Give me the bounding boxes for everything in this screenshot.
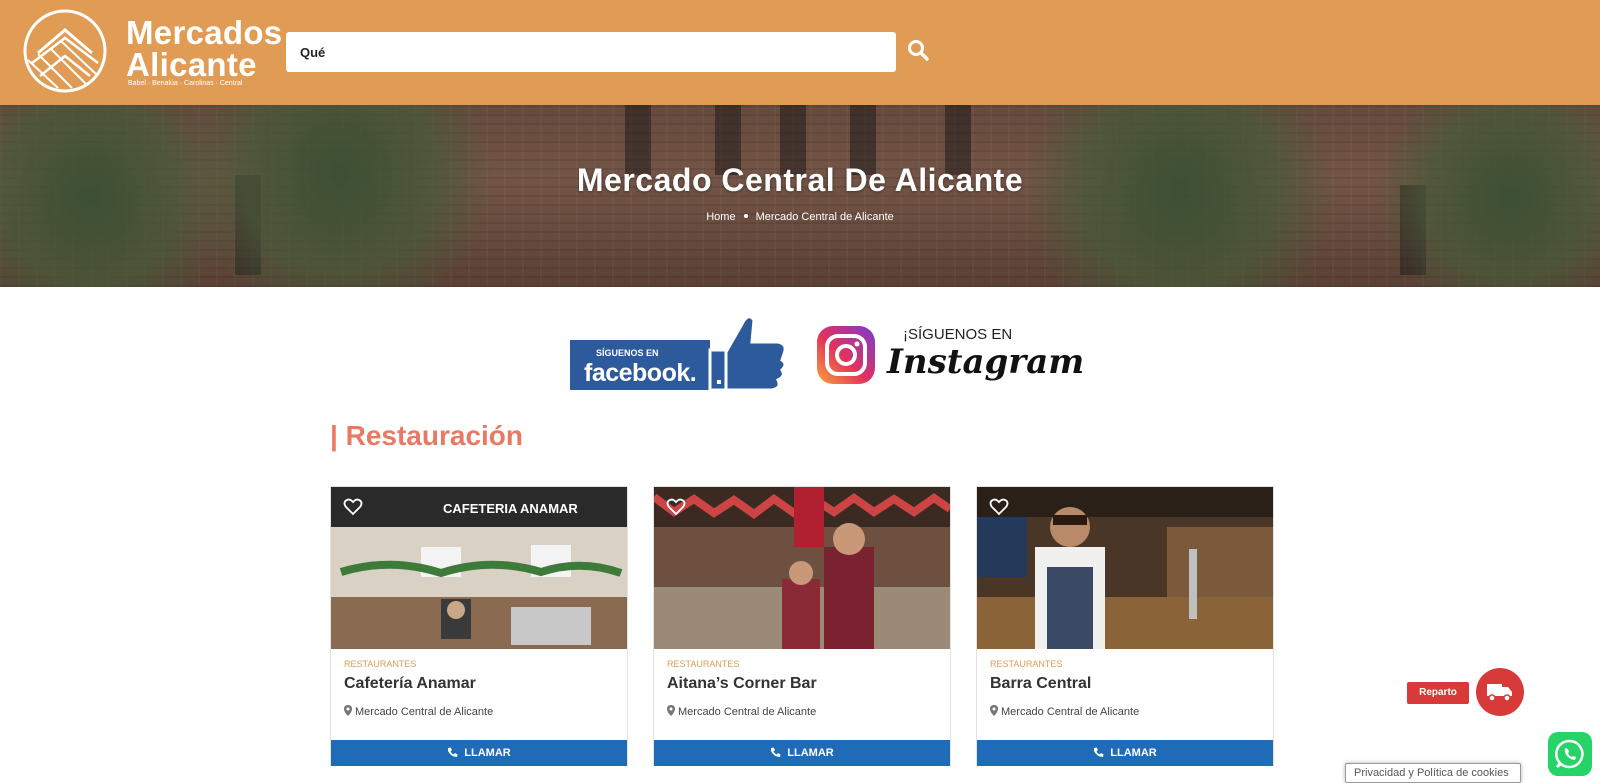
search-input[interactable] (286, 32, 896, 72)
listing-location-text: Mercado Central de Alicante (678, 706, 817, 718)
heart-icon[interactable] (666, 497, 686, 517)
facebook-follow-banner[interactable]: SÍGUENOS EN facebook. (570, 312, 792, 392)
listing-card[interactable]: RESTAURANTES Aitana’s Corner Bar Mercado… (653, 486, 951, 766)
search-icon (908, 40, 929, 61)
listing-title[interactable]: Barra Central (990, 675, 1091, 693)
map-pin-icon (344, 705, 352, 716)
breadcrumb: Home Mercado Central de Alicante (0, 211, 1600, 223)
listing-photo-art: CAFETERIA ANAMAR (331, 487, 627, 649)
reparto-label[interactable]: Reparto (1407, 682, 1469, 704)
listing-location-text: Mercado Central de Alicante (1001, 706, 1140, 718)
listing-location: Mercado Central de Alicante (344, 705, 493, 718)
cookie-policy-button[interactable]: Privacidad y Política de cookies (1345, 763, 1521, 783)
listing-category[interactable]: RESTAURANTES (667, 659, 739, 669)
call-button-label: LLAMAR (787, 747, 834, 759)
facebook-follow-text: SÍGUENOS EN (596, 348, 659, 358)
hero-banner: Mercado Central De Alicante Home Mercado … (0, 105, 1600, 287)
facebook-wordmark: facebook. (584, 359, 697, 387)
listing-photo[interactable] (654, 487, 950, 649)
shop-sign-text: CAFETERIA ANAMAR (443, 501, 578, 516)
listing-title[interactable]: Cafetería Anamar (344, 675, 476, 693)
phone-icon (771, 747, 781, 757)
heart-icon[interactable] (989, 497, 1009, 517)
listing-category[interactable]: RESTAURANTES (990, 659, 1062, 669)
listing-photo-art (977, 487, 1273, 649)
listing-title[interactable]: Aitana’s Corner Bar (667, 675, 817, 693)
call-button[interactable]: LLAMAR (654, 740, 950, 766)
phone-icon (1094, 747, 1104, 757)
truck-icon (1487, 684, 1512, 702)
logo-mark-icon (23, 9, 107, 93)
instagram-follow-banner[interactable]: ¡SÍGUENOS EN Instagram (815, 312, 1084, 392)
map-pin-icon (667, 705, 675, 716)
instagram-wordmark: Instagram (887, 342, 1085, 382)
breadcrumb-home-link[interactable]: Home (706, 211, 735, 223)
instagram-icon (817, 326, 875, 384)
search-button[interactable] (906, 38, 932, 64)
listing-card[interactable]: RESTAURANTES Barra Central Mercado Centr… (976, 486, 1274, 766)
listing-location: Mercado Central de Alicante (667, 705, 816, 718)
listing-location-text: Mercado Central de Alicante (355, 706, 494, 718)
page-title: Mercado Central De Alicante (576, 162, 1024, 198)
logo-text-line2: Alicante (126, 46, 257, 83)
listing-photo[interactable] (977, 487, 1273, 649)
call-button[interactable]: LLAMAR (331, 740, 627, 766)
site-header: Mercados Alicante Babel · Benalúa · Caro… (0, 0, 1600, 105)
call-button-label: LLAMAR (464, 747, 511, 759)
map-pin-icon (990, 705, 998, 716)
heart-icon[interactable] (343, 497, 363, 517)
call-button[interactable]: LLAMAR (977, 740, 1273, 766)
listing-location: Mercado Central de Alicante (990, 705, 1139, 718)
breadcrumb-current: Mercado Central de Alicante (755, 211, 894, 223)
site-logo[interactable]: Mercados Alicante Babel · Benalúa · Caro… (18, 8, 282, 94)
thumbs-up-icon (708, 315, 787, 392)
whatsapp-button[interactable] (1548, 732, 1592, 776)
call-button-label: LLAMAR (1110, 747, 1157, 759)
listing-card[interactable]: CAFETERIA ANAMAR RESTAURANTES Cafetería … (330, 486, 628, 766)
instagram-follow-text: ¡SÍGUENOS EN (903, 326, 1013, 343)
listing-photo[interactable]: CAFETERIA ANAMAR (331, 487, 627, 649)
logo-tagline: Babel · Benalúa · Carolinas · Central (128, 80, 243, 87)
phone-icon (448, 747, 458, 757)
listing-category[interactable]: RESTAURANTES (344, 659, 416, 669)
breadcrumb-separator (743, 214, 748, 219)
whatsapp-icon (1555, 739, 1584, 769)
reparto-button[interactable] (1476, 668, 1524, 716)
section-title: | Restauración (330, 420, 524, 451)
listing-photo-art (654, 487, 950, 649)
